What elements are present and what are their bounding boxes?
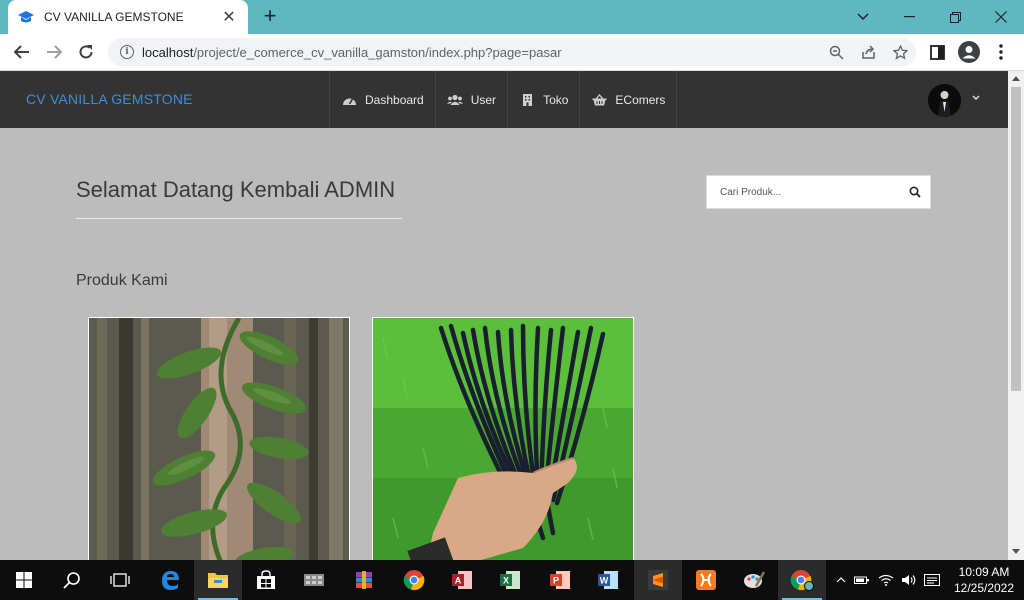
- scroll-up-icon[interactable]: [1012, 76, 1020, 81]
- vanilla-vine-photo: [89, 318, 349, 560]
- chrome-profile-icon[interactable]: [778, 560, 826, 600]
- clock-date: 12/25/2022: [953, 581, 1015, 595]
- search-input[interactable]: [720, 186, 900, 198]
- task-view-icon[interactable]: [96, 560, 144, 600]
- restore-button[interactable]: [932, 0, 978, 34]
- browser-toolbar: i localhost/project/e_comerce_cv_vanilla…: [0, 34, 1024, 71]
- nav-label: User: [470, 92, 497, 107]
- nav-item-toko[interactable]: Toko: [508, 71, 581, 128]
- profile-avatar-icon[interactable]: [954, 38, 984, 66]
- winrar-icon[interactable]: [340, 560, 388, 600]
- product-search-box: [706, 175, 931, 209]
- app-header: CV VANILLA GEMSTONE Dashboard User Toko: [0, 71, 1008, 128]
- reload-button[interactable]: [72, 38, 100, 66]
- bookmark-star-icon[interactable]: [884, 38, 916, 66]
- svg-text:A: A: [455, 576, 462, 586]
- page-viewport: CV VANILLA GEMSTONE Dashboard User Toko: [0, 71, 1008, 560]
- wifi-icon[interactable]: [874, 574, 898, 586]
- battery-icon[interactable]: [850, 575, 874, 585]
- volume-icon[interactable]: [898, 574, 920, 586]
- building-icon: [519, 93, 535, 107]
- svg-text:P: P: [553, 576, 559, 586]
- url-host: localhost: [142, 44, 194, 60]
- system-tray: [832, 560, 944, 600]
- powerpoint-icon[interactable]: P: [536, 560, 584, 600]
- chevron-up-icon[interactable]: [832, 577, 850, 583]
- kebab-menu-icon[interactable]: [986, 38, 1016, 66]
- product-card[interactable]: [372, 317, 634, 560]
- chrome-icon[interactable]: [390, 560, 438, 600]
- search-icon[interactable]: [900, 177, 930, 207]
- nav-item-ecomers[interactable]: EComers: [580, 71, 678, 128]
- product-card[interactable]: [88, 317, 350, 560]
- language-icon[interactable]: [920, 574, 944, 586]
- site-info-icon[interactable]: i: [120, 45, 134, 59]
- nav-item-dashboard[interactable]: Dashboard: [330, 71, 436, 128]
- forward-button[interactable]: [40, 38, 68, 66]
- nav-label: Toko: [543, 92, 569, 107]
- nav-label: Dashboard: [365, 92, 424, 107]
- close-window-button[interactable]: [978, 0, 1024, 34]
- file-explorer-icon[interactable]: [194, 560, 242, 600]
- brand-logo-text[interactable]: CV VANILLA GEMSTONE: [26, 91, 193, 107]
- side-panel-icon[interactable]: [922, 38, 952, 66]
- windows-start-icon[interactable]: [0, 560, 48, 600]
- search-icon[interactable]: [48, 560, 96, 600]
- scroll-down-icon[interactable]: [1012, 549, 1020, 554]
- network-tool-icon[interactable]: [290, 560, 338, 600]
- paint-icon[interactable]: [730, 560, 778, 600]
- user-avatar[interactable]: [928, 84, 961, 117]
- sublime-text-icon[interactable]: [634, 560, 682, 600]
- edge-icon[interactable]: [146, 560, 194, 600]
- back-button[interactable]: [8, 38, 36, 66]
- new-tab-button[interactable]: +: [258, 4, 282, 28]
- vanilla-pods-photo: [373, 318, 633, 560]
- clock-time: 10:09 AM: [958, 565, 1010, 579]
- title-divider: [76, 218, 402, 219]
- zoom-icon[interactable]: [820, 38, 852, 66]
- page-scrollbar[interactable]: [1008, 71, 1024, 560]
- address-bar[interactable]: i localhost/project/e_comerce_cv_vanilla…: [108, 38, 916, 66]
- access-icon[interactable]: A: [438, 560, 486, 600]
- word-icon[interactable]: W: [584, 560, 632, 600]
- taskbar: A X P W 10:09 AM 12/25/2022: [0, 560, 1024, 600]
- dashboard-icon: [341, 93, 357, 107]
- xampp-icon[interactable]: [682, 560, 730, 600]
- basket-icon: [591, 93, 607, 107]
- url-path: /project/e_comerce_cv_vanilla_gamston/in…: [193, 44, 562, 60]
- tab-search-icon[interactable]: [840, 0, 886, 34]
- scrollbar-thumb[interactable]: [1011, 87, 1021, 391]
- svg-text:W: W: [600, 576, 609, 586]
- main-nav: Dashboard User Toko EComers: [329, 71, 678, 128]
- page-title: Selamat Datang Kembali ADMIN: [76, 177, 396, 202]
- browser-tab[interactable]: CV VANILLA GEMSTONE ✕: [8, 0, 248, 34]
- share-icon[interactable]: [852, 38, 884, 66]
- users-icon: [446, 93, 463, 107]
- chevron-down-icon[interactable]: [972, 93, 980, 103]
- section-title: Produk Kami: [76, 272, 168, 289]
- nav-label: EComers: [615, 92, 666, 107]
- svg-text:X: X: [503, 576, 509, 586]
- browser-tab-strip: CV VANILLA GEMSTONE ✕ +: [0, 0, 1024, 34]
- tab-close-icon[interactable]: ✕: [220, 7, 238, 27]
- store-icon[interactable]: [242, 560, 290, 600]
- excel-icon[interactable]: X: [486, 560, 534, 600]
- tab-title: CV VANILLA GEMSTONE: [44, 10, 184, 24]
- taskbar-clock[interactable]: 10:09 AM 12/25/2022: [948, 564, 1020, 596]
- minimize-button[interactable]: [886, 0, 932, 34]
- graduation-cap-icon: [18, 9, 34, 25]
- nav-item-user[interactable]: User: [436, 71, 509, 128]
